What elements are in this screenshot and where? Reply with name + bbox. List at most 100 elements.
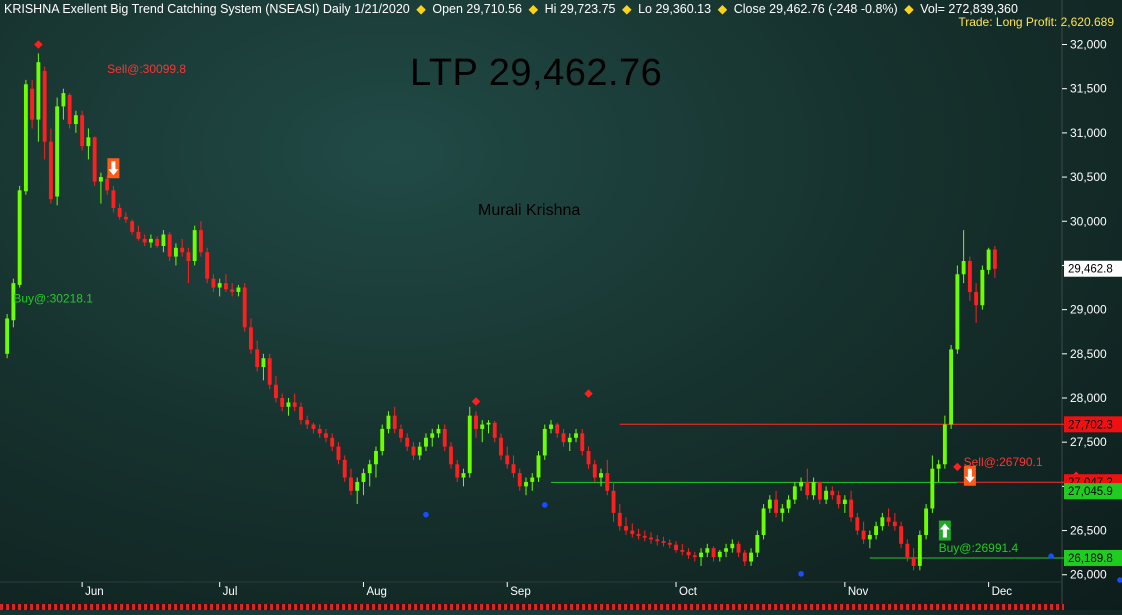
candle-body [336, 446, 341, 460]
candle-body [992, 249, 997, 269]
candle-body [292, 402, 297, 407]
candle-body [649, 537, 653, 540]
candle-body [180, 247, 185, 253]
low-dot [798, 571, 804, 577]
candle-body [230, 289, 235, 292]
candle-body [899, 526, 904, 544]
header-separator: ◆ [528, 2, 539, 16]
candle-body [455, 464, 460, 478]
header-separator: ◆ [904, 2, 914, 16]
candle-body [974, 291, 979, 306]
high-dot [471, 397, 481, 406]
candle-body [817, 481, 822, 500]
candle-body [480, 424, 485, 429]
candle-body [405, 437, 410, 447]
volume-value: Vol= 272,839,360 [920, 2, 1018, 16]
candle-body [511, 464, 516, 474]
candle-body [692, 555, 697, 558]
candle-body [911, 557, 916, 566]
candle-body [905, 543, 910, 558]
candle-body [349, 477, 353, 491]
candle-body [267, 358, 272, 385]
candle-body [198, 230, 203, 253]
x-tick-label: Sep [510, 586, 530, 598]
candle-body [980, 269, 985, 306]
y-tick-label: 31,500 [1070, 82, 1107, 96]
candle-body [542, 428, 547, 456]
candle-body [855, 517, 860, 531]
candle-body [117, 208, 122, 217]
candle-body [680, 550, 685, 552]
candle-body [105, 178, 110, 191]
candle-body [492, 422, 497, 438]
candle-body [48, 141, 53, 200]
x-tick-label: Oct [679, 586, 698, 598]
candle-body [761, 508, 766, 535]
candle-body [824, 490, 829, 500]
y-tick-label: 31,000 [1070, 126, 1107, 140]
candle-body [399, 428, 403, 438]
candle-body [67, 94, 72, 125]
candle-body [767, 499, 772, 509]
candle-body [355, 481, 360, 491]
candle-body [530, 477, 535, 482]
candle-body [849, 499, 854, 518]
candle-body [549, 424, 553, 429]
candle-body [730, 543, 735, 549]
candle-body [961, 261, 966, 275]
candle-body [36, 62, 41, 120]
signal-annotation: Sell@:30099.8 [107, 62, 186, 76]
candle-body [467, 415, 472, 474]
candle-body [755, 534, 760, 553]
candle-body [61, 93, 66, 107]
candle-body [442, 428, 447, 447]
candle-body [517, 473, 522, 487]
candle-body [392, 415, 397, 429]
y-tick-label: 28,500 [1070, 347, 1107, 361]
candle-body [42, 71, 47, 142]
price-tag-label: 27,702.3 [1068, 419, 1113, 431]
signal-annotation: Buy@:30218.1 [13, 292, 93, 306]
candle-body [524, 481, 528, 487]
y-tick-label: 29,000 [1070, 303, 1107, 317]
candle-body [299, 406, 303, 421]
candle-body [23, 84, 28, 192]
candle-body [567, 437, 572, 443]
x-tick-label: Jun [85, 586, 104, 598]
x-tick-label: Dec [992, 586, 1013, 598]
candle-body [924, 508, 929, 535]
candle-body [192, 230, 197, 262]
candle-body [123, 216, 128, 220]
candle-body [92, 137, 97, 182]
candle-body [424, 437, 428, 447]
low-value: Lo 29,360.13 [638, 2, 712, 16]
candle-body [830, 490, 835, 496]
candle-body [374, 451, 378, 465]
candle-body [786, 499, 791, 509]
y-tick-label: 32,000 [1070, 38, 1107, 52]
candle-body [711, 548, 716, 558]
candle-body [155, 238, 160, 246]
candle-body [630, 530, 635, 535]
y-tick-label: 30,000 [1070, 214, 1107, 228]
signal-annotation: Sell@:26790.1 [964, 455, 1043, 469]
candle-body [317, 428, 322, 434]
candle-body [617, 512, 622, 527]
low-dot [541, 502, 548, 508]
y-tick-label: 26,500 [1070, 524, 1107, 538]
candle-body [967, 261, 972, 292]
candle-body [586, 451, 591, 465]
candle-body [130, 221, 135, 232]
price-tag-label: 27,045.9 [1068, 486, 1113, 498]
candle-body [73, 115, 78, 125]
candle-body [55, 106, 60, 197]
candle-body [148, 238, 153, 243]
candle-body [699, 552, 703, 558]
chart-title: KRISHNA Exellent Big Trend Catching Syst… [4, 2, 410, 16]
candle-body [274, 384, 278, 398]
open-value: Open 29,710.56 [432, 2, 523, 16]
high-dot [584, 389, 593, 398]
candle-body [836, 495, 841, 505]
candle-body [236, 287, 241, 292]
candle-body [17, 190, 22, 285]
